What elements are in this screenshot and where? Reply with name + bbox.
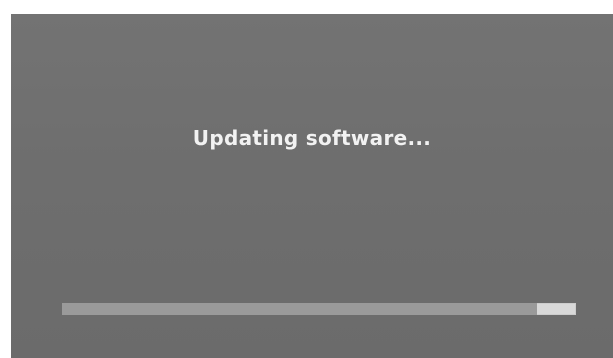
device-frame: Updating software... xyxy=(0,0,613,358)
update-screen: Updating software... xyxy=(11,14,613,358)
status-title: Updating software... xyxy=(192,126,432,150)
progress-bar xyxy=(62,303,576,315)
progress-fill xyxy=(62,303,538,315)
